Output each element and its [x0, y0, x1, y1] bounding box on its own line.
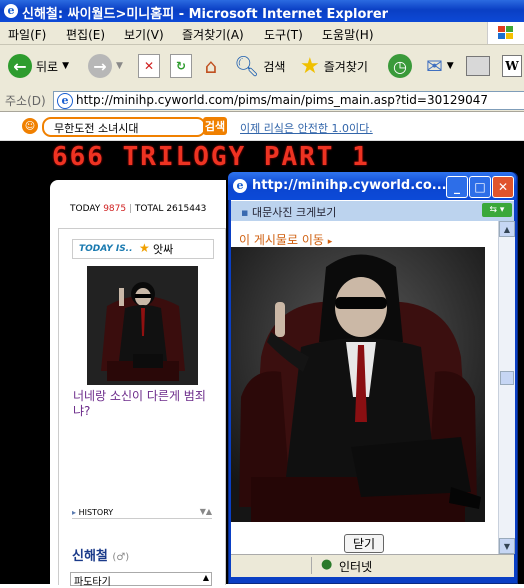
popup-title: http://minihp.cyworld.co... — [252, 178, 447, 193]
home-icon: ⌂ — [204, 54, 218, 78]
owner-gender: (♂) — [112, 552, 130, 563]
popup-scrollbar[interactable]: ▲ ▼ — [498, 221, 515, 554]
scroll-down-icon[interactable]: ▼ — [499, 538, 515, 554]
address-url: http://minihp.cyworld.com/pims/main/pims… — [76, 93, 489, 107]
profile-caption: 너네랑 소신이 다른게 범죄냐? — [73, 389, 206, 418]
page-icon: e — [57, 93, 73, 109]
goto-post-link[interactable]: 이 게시물로 이동 ▸ — [239, 231, 332, 248]
stop-button[interactable]: ✕ — [138, 53, 160, 79]
home-button[interactable]: ⌂ — [200, 53, 222, 79]
popup-status-bar: ● 인터넷 — [231, 554, 514, 577]
minimize-icon: _ — [454, 180, 460, 194]
today-label: TODAY — [70, 204, 101, 214]
total-count: 2615443 — [166, 204, 207, 214]
favorites-label: 즐겨찾기 — [323, 59, 368, 74]
menu-file[interactable]: 파일(F) — [8, 26, 46, 43]
site-search-value: 무한도전 소녀시대 — [54, 122, 139, 135]
star-icon: ★ — [300, 53, 320, 79]
today-count: 9875 — [103, 204, 127, 214]
owner-name: 신해철 (♂) — [72, 545, 129, 564]
toolbar: ← 뒤로 ▼ → ▼ ✕ ↻ ⌂ 🔍︎ 검색 ★ 즐겨찾기 ◷ ✉ ▼ W — [0, 45, 524, 90]
favorites-button[interactable]: ★ 즐겨찾기 — [300, 53, 368, 79]
history-bullet-icon: ▸ — [72, 508, 77, 517]
mood-star-icon: ★ — [139, 241, 150, 255]
status-divider — [311, 557, 314, 574]
enlarged-photo — [231, 247, 485, 522]
history-button[interactable]: ◷ — [388, 53, 412, 79]
site-search-input[interactable]: 무한도전 소녀시대 — [42, 117, 206, 137]
site-search-button[interactable]: 검색 — [203, 117, 227, 135]
forward-dropdown-icon[interactable]: ▼ — [116, 61, 123, 71]
safe-link[interactable]: 이제 리싴은 안전한 1.0이다. — [240, 120, 373, 136]
owner-name-text: 신해철 — [72, 549, 108, 564]
status-zone: 인터넷 — [339, 560, 373, 574]
windows-logo-icon — [487, 22, 524, 44]
mail-icon: ✉ — [426, 54, 443, 78]
goto-arrow-icon: ▸ — [327, 237, 333, 247]
visit-counter: TODAY 9875 | TOTAL 2615443 — [70, 204, 207, 214]
today-is-box: TODAY IS.. ★ 앗싸 — [72, 239, 214, 259]
search-label: 검색 — [263, 59, 286, 74]
wave-dropdown-arrow-icon: ▲ — [202, 573, 209, 582]
back-dropdown-icon[interactable]: ▼ — [62, 61, 69, 71]
maximize-icon: □ — [474, 180, 486, 194]
cyworld-logo-icon: ☺ — [22, 118, 38, 134]
menu-bar: 파일(F) 편집(E) 보기(V) 즐겨찾기(A) 도구(T) 도움말(H) — [0, 22, 524, 45]
menu-tools[interactable]: 도구(T) — [264, 26, 303, 43]
window-title: 신해철: 싸이월드>미니홈피 - Microsoft Internet Expl… — [22, 7, 389, 22]
refresh-icon: ↻ — [170, 54, 192, 78]
header-bullet-icon: ▪ — [241, 206, 249, 219]
print-button[interactable] — [466, 53, 490, 79]
search-button[interactable]: 🔍︎ 검색 — [234, 53, 285, 79]
word-icon: W — [502, 55, 522, 77]
address-label: 주소(D) — [5, 94, 46, 108]
address-bar: 주소(D) e http://minihp.cyworld.com/pims/m… — [0, 89, 524, 112]
menu-help[interactable]: 도움말(H) — [322, 26, 374, 43]
history-bar[interactable]: ▸ HISTORY ▼▲ — [72, 507, 212, 519]
stop-icon: ✕ — [138, 54, 160, 78]
close-button[interactable]: 닫기 — [344, 534, 384, 553]
popup-header-label: 대문사진 크게보기 — [251, 206, 337, 219]
goto-post-label: 이 게시물로 이동 — [239, 233, 324, 247]
close-icon: ✕ — [497, 180, 509, 194]
popup-header-text: ▪ 대문사진 크게보기 — [241, 204, 336, 220]
window-title-bar: e 신해철: 싸이월드>미니홈피 - Microsoft Internet Ex… — [0, 0, 524, 22]
history-label: HISTORY — [78, 508, 114, 517]
word-button[interactable]: W — [502, 53, 522, 79]
popup-ie-icon: e — [233, 179, 247, 193]
back-arrow-icon: ← — [8, 54, 32, 78]
back-label: 뒤로 — [36, 59, 59, 74]
printer-icon — [466, 56, 490, 76]
banner-text: 666 TRILOGY PART 1 — [52, 142, 370, 172]
menu-view[interactable]: 보기(V) — [124, 26, 164, 43]
globe-icon: ● — [321, 557, 333, 572]
menu-favorites[interactable]: 즐겨찾기(A) — [182, 26, 244, 43]
mail-dropdown-icon[interactable]: ▼ — [447, 61, 454, 71]
history-toggle-icon[interactable]: ▼▲ — [200, 507, 212, 516]
profile-photo — [87, 266, 198, 385]
forward-arrow-icon: → — [88, 54, 112, 78]
ie-logo-icon: e — [4, 4, 18, 18]
minimize-button[interactable]: _ — [446, 176, 468, 198]
maximize-button[interactable]: □ — [469, 176, 491, 198]
today-is-label: TODAY IS.. — [79, 244, 133, 254]
wave-dropdown-value: 파도타기 — [74, 577, 111, 588]
close-window-button[interactable]: ✕ — [492, 176, 514, 198]
search-icon: 🔍︎ — [234, 54, 260, 78]
mail-button[interactable]: ✉ ▼ — [426, 53, 454, 79]
history-clock-icon: ◷ — [388, 54, 412, 78]
total-label: TOTAL — [134, 204, 164, 214]
forward-button[interactable]: → ▼ — [88, 53, 123, 79]
address-input[interactable]: e http://minihp.cyworld.com/pims/main/pi… — [53, 91, 524, 110]
refresh-button[interactable]: ↻ — [170, 53, 192, 79]
popup-title-bar: e http://minihp.cyworld.co... _ □ ✕ — [228, 172, 516, 200]
back-button[interactable]: ← 뒤로 ▼ — [8, 53, 69, 79]
popup-header: ▪ 대문사진 크게보기 ⇆ ▾ — [231, 201, 514, 221]
scroll-thumb[interactable] — [500, 371, 514, 385]
mood-text: 앗싸 — [153, 243, 174, 256]
menu-edit[interactable]: 편집(E) — [66, 26, 105, 43]
scroll-up-icon[interactable]: ▲ — [499, 221, 515, 237]
popup-header-toggle[interactable]: ⇆ ▾ — [482, 203, 512, 217]
